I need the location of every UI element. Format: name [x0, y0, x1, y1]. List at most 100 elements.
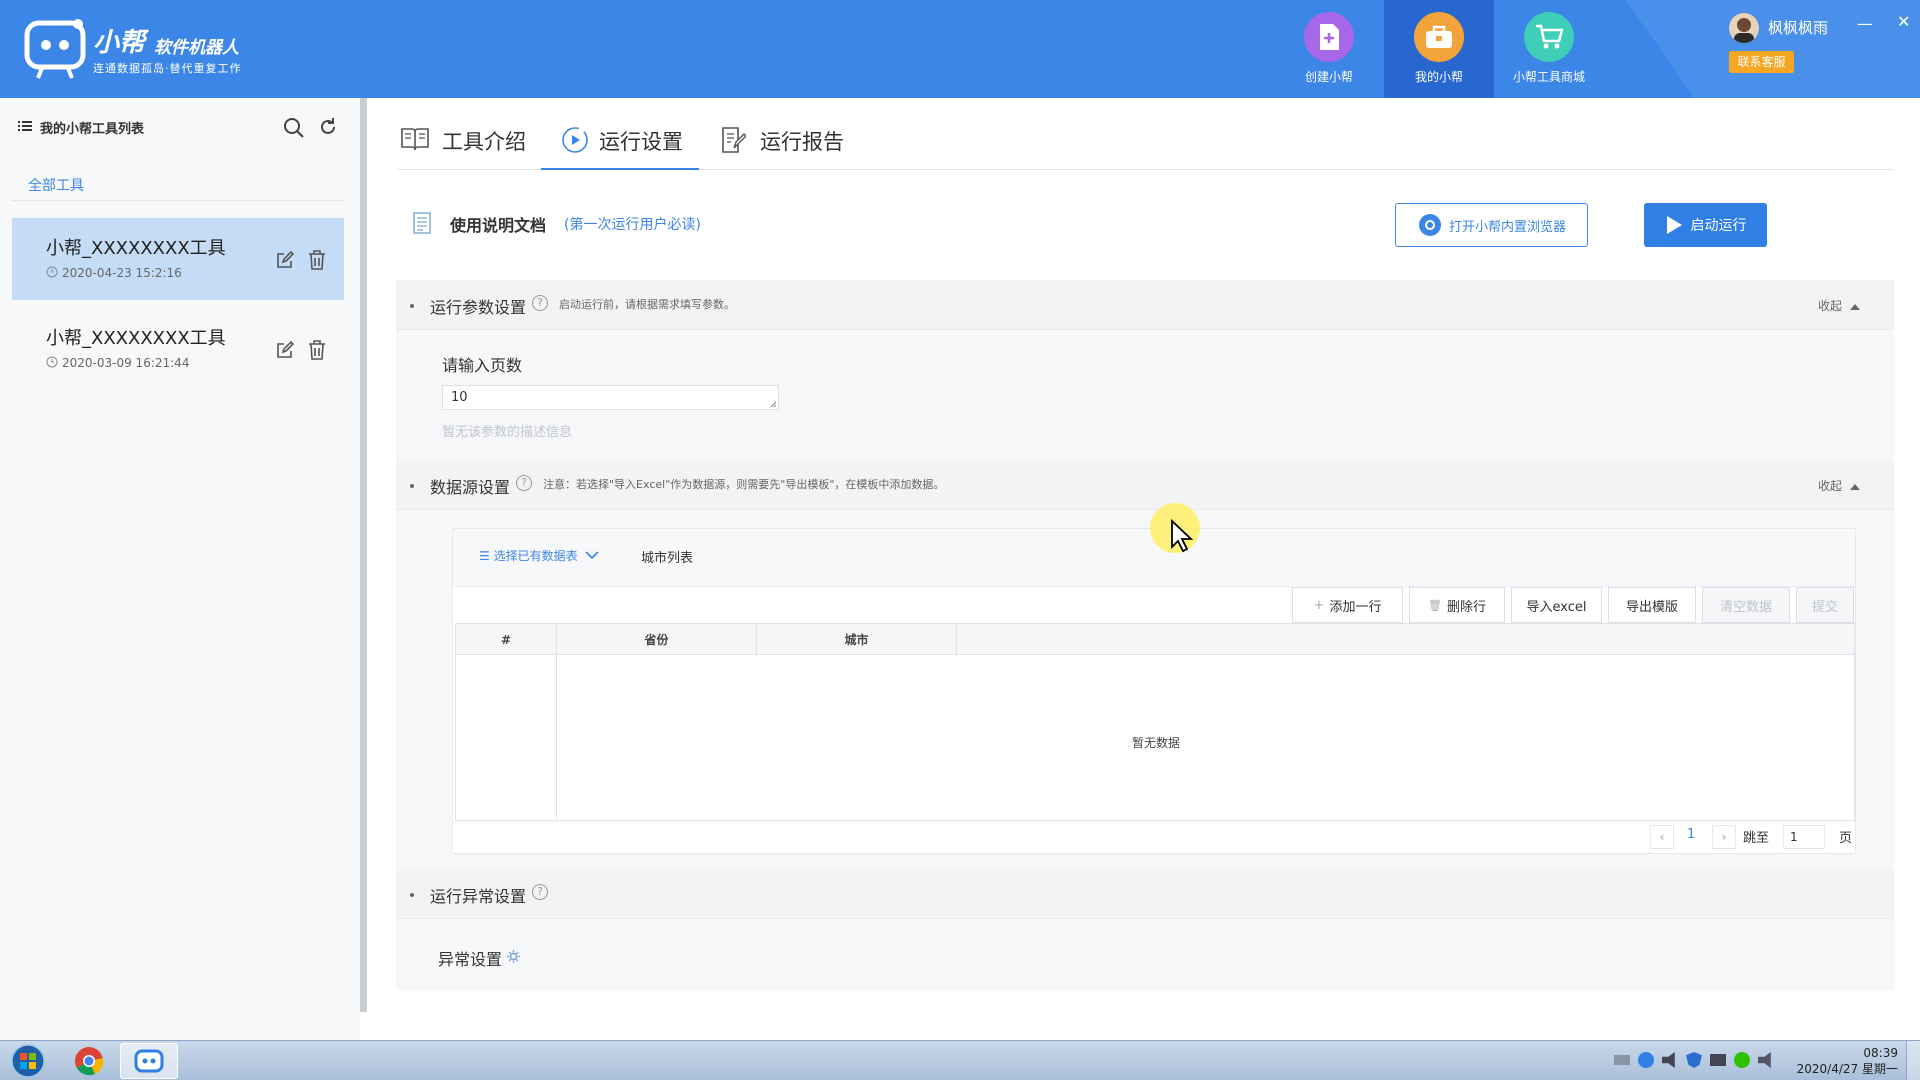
app-title: 小帮: [93, 28, 146, 58]
taskbar-chrome[interactable]: [60, 1043, 118, 1079]
start-button-icon[interactable]: [6, 1044, 50, 1078]
plus-icon: +: [1313, 597, 1325, 613]
column-header-index[interactable]: #: [456, 624, 557, 655]
taskbar-xiaobang[interactable]: [120, 1043, 178, 1079]
column-header-city[interactable]: 城市: [757, 624, 957, 655]
import-excel-button[interactable]: 导入excel: [1511, 587, 1602, 623]
nav-my-tools[interactable]: 我的小帮: [1384, 0, 1494, 98]
sidebar-splitter[interactable]: [360, 98, 367, 1012]
page-unit-label: 页: [1839, 831, 1853, 846]
table-empty-text: 暂无数据: [1132, 736, 1181, 750]
add-row-button[interactable]: + 添加一行: [1292, 587, 1403, 623]
params-section-desc: 启动运行前，请根据需求填写参数。: [559, 298, 735, 311]
tool-name: 小帮_XXXXXXXX工具: [46, 238, 226, 259]
start-run-label: 启动运行: [1690, 218, 1747, 234]
exception-section-header[interactable]: 运行异常设置 ?: [396, 869, 1894, 919]
clock-icon: [46, 266, 58, 278]
taskbar: 08:39 2020/4/27 星期一: [0, 1040, 1920, 1080]
show-desktop-button[interactable]: [1906, 1041, 1920, 1080]
volume-icon[interactable]: [1662, 1052, 1675, 1068]
doc-note[interactable]: (第一次运行用户必读): [564, 214, 701, 234]
minimize-button[interactable]: —: [1857, 14, 1873, 33]
tab-run-report-label: 运行报告: [760, 130, 844, 154]
app-slogan: 连通数据孤岛·替代重复工作: [93, 62, 242, 75]
help-icon[interactable]: ?: [532, 295, 548, 311]
params-collapse-toggle[interactable]: 收起: [1818, 297, 1861, 314]
keyboard-icon[interactable]: [1614, 1055, 1630, 1065]
contact-support-button[interactable]: 联系客服: [1729, 51, 1794, 73]
robot-logo-icon: [24, 19, 86, 79]
app-header: 小帮 软件机器人 连通数据孤岛·替代重复工作 创建小帮 我的小帮 小帮工具商城 …: [0, 0, 1920, 98]
chrome-icon: [75, 1047, 104, 1076]
exception-settings-label[interactable]: 异常设置: [438, 946, 502, 970]
network-icon[interactable]: [1710, 1054, 1726, 1066]
params-section-header[interactable]: 运行参数设置 ? 启动运行前，请根据需求填写参数。 收起: [396, 280, 1894, 330]
next-page-button[interactable]: ›: [1712, 825, 1736, 849]
clock-date: 2020/4/27 星期一: [1796, 1062, 1898, 1076]
help-icon[interactable]: ?: [516, 475, 532, 491]
trash-icon[interactable]: [308, 340, 326, 360]
header-decoration: [1625, 0, 1920, 98]
app-tray-icon[interactable]: [1638, 1052, 1654, 1068]
tool-list-item[interactable]: 小帮_XXXXXXXX工具 2020-03-09 16:21:44: [12, 308, 344, 390]
speaker-icon[interactable]: [1758, 1052, 1771, 1068]
tab-tool-intro-label: 工具介绍: [442, 130, 526, 154]
select-table-dropdown[interactable]: ☰ 选择已有数据表: [479, 547, 599, 564]
wechat-icon[interactable]: [1734, 1052, 1750, 1068]
edit-icon[interactable]: [276, 341, 294, 359]
pages-input[interactable]: 10: [442, 385, 779, 410]
clear-data-label: 清空数据: [1719, 599, 1772, 615]
params-collapse-label: 收起: [1818, 299, 1843, 313]
resize-handle-icon[interactable]: [770, 401, 777, 408]
nav-store[interactable]: 小帮工具商城: [1494, 0, 1604, 98]
clear-data-button[interactable]: 清空数据: [1702, 587, 1790, 623]
nav-create[interactable]: 创建小帮: [1274, 0, 1384, 98]
data-table: # 省份 城市 暂无数据: [455, 623, 1855, 821]
column-header-province[interactable]: 省份: [557, 624, 757, 655]
document-icon: [413, 212, 431, 234]
chevron-up-icon: [1850, 303, 1861, 310]
tab-run-settings-label: 运行设置: [599, 130, 683, 154]
export-template-label: 导出模版: [1625, 599, 1678, 615]
tool-date: 2020-04-23 15:2:16: [62, 266, 182, 280]
open-browser-label: 打开小帮内置浏览器: [1448, 219, 1566, 235]
table-header: # 省份 城市: [456, 624, 1854, 655]
taskbar-clock[interactable]: 08:39 2020/4/27 星期一: [1790, 1045, 1898, 1077]
menu-icon: ☰: [479, 549, 494, 563]
shield-icon[interactable]: [1686, 1052, 1702, 1068]
settings-icon[interactable]: [506, 949, 521, 964]
datasource-collapse-toggle[interactable]: 收起: [1818, 477, 1861, 494]
avatar[interactable]: [1729, 13, 1759, 43]
search-icon[interactable]: [283, 117, 305, 139]
close-button[interactable]: ✕: [1897, 12, 1910, 31]
tab-tool-intro[interactable]: 工具介绍: [400, 112, 532, 170]
help-icon[interactable]: ?: [532, 884, 548, 900]
start-run-button[interactable]: 启动运行: [1644, 203, 1767, 247]
nav-my-tools-label: 我的小帮: [1414, 70, 1463, 84]
open-browser-button[interactable]: 打开小帮内置浏览器: [1395, 203, 1588, 247]
refresh-icon[interactable]: [318, 117, 338, 137]
datasource-section-header[interactable]: 数据源设置 ? 注意：若选择"导入Excel"作为数据源，则需要先"导出模板"，…: [396, 460, 1894, 510]
tab-run-report[interactable]: 运行报告: [720, 112, 850, 170]
app-subtitle: 软件机器人: [154, 38, 239, 58]
clock-time: 08:39: [1863, 1046, 1898, 1060]
prev-page-button[interactable]: ‹: [1650, 825, 1674, 849]
user-name[interactable]: 枫枫枫雨: [1768, 17, 1828, 38]
play-circle-icon: [562, 127, 588, 153]
trash-icon[interactable]: [308, 250, 326, 270]
delete-row-button[interactable]: 🗑 删除行: [1409, 587, 1505, 623]
datasource-collapse-label: 收起: [1818, 479, 1843, 493]
list-icon: [18, 121, 32, 131]
edit-icon[interactable]: [276, 251, 294, 269]
book-icon: [401, 128, 429, 151]
current-page[interactable]: 1: [1687, 827, 1695, 842]
doc-title[interactable]: 使用说明文档: [450, 212, 546, 236]
datasource-section-desc: 注意：若选择"导入Excel"作为数据源，则需要先"导出模板"，在模板中添加数据…: [543, 478, 945, 491]
tab-all-tools[interactable]: 全部工具: [28, 175, 84, 195]
submit-button[interactable]: 提交: [1796, 587, 1854, 623]
sidebar-title: 我的小帮工具列表: [40, 122, 145, 137]
goto-page-input[interactable]: 1: [1783, 825, 1825, 849]
export-template-button[interactable]: 导出模版: [1608, 587, 1696, 623]
tab-run-settings[interactable]: 运行设置: [541, 112, 699, 170]
tool-list-item[interactable]: 小帮_XXXXXXXX工具 2020-04-23 15:2:16: [12, 218, 344, 300]
